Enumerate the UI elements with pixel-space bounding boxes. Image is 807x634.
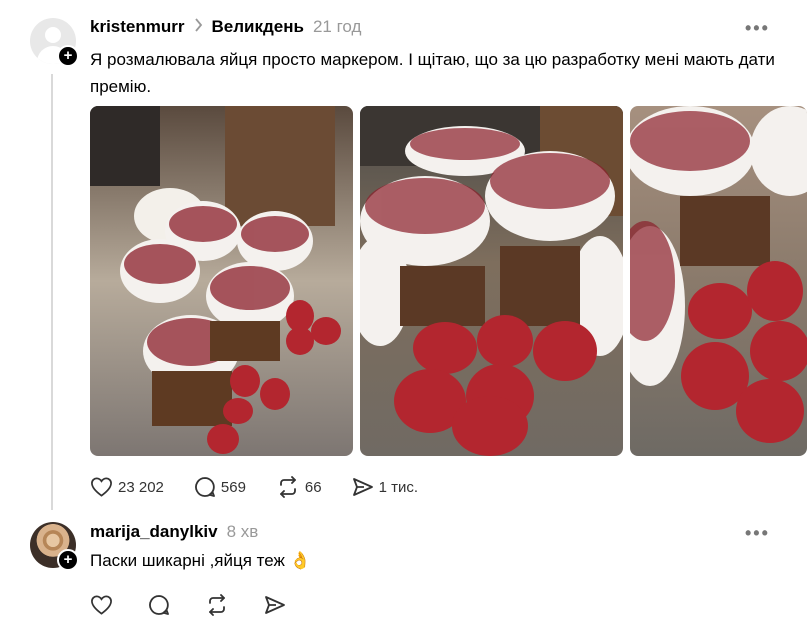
- more-options-icon[interactable]: •••: [745, 18, 770, 39]
- topic-tag[interactable]: Великдень: [211, 17, 303, 37]
- comment-actions: [90, 594, 321, 616]
- share-button[interactable]: 1 тис.: [352, 477, 418, 497]
- repost-icon: [280, 476, 296, 498]
- thread-line: [51, 74, 53, 510]
- comment-text: Паски шикарні ,яйця теж 👌: [90, 551, 311, 570]
- heart-icon: [91, 595, 112, 615]
- follow-plus-icon[interactable]: +: [57, 45, 79, 67]
- easter-cakes-photo-2: [360, 106, 623, 456]
- comment-header: marija_danylkiv 8 хв: [90, 522, 258, 542]
- like-count: 23 202: [118, 478, 164, 496]
- username[interactable]: kristenmurr: [90, 17, 184, 37]
- share-button[interactable]: [264, 595, 291, 615]
- commenter-username[interactable]: marija_danylkiv: [90, 522, 218, 542]
- more-options-icon[interactable]: •••: [745, 523, 770, 544]
- like-button[interactable]: 23 202: [90, 476, 164, 498]
- post-actions: 23 202 569 66 1 тис.: [90, 476, 448, 498]
- like-button[interactable]: [90, 594, 118, 616]
- comment-icon: [195, 477, 215, 497]
- repost-icon: [209, 594, 225, 616]
- heart-icon: [91, 477, 112, 497]
- easter-cakes-photo-1: [90, 106, 341, 454]
- comment-button[interactable]: 569: [194, 476, 246, 498]
- comment-count: 569: [220, 478, 246, 496]
- send-icon: [265, 596, 285, 614]
- post-time: 21 год: [312, 17, 362, 36]
- post-header: kristenmurr Великдень 21 год: [90, 17, 361, 37]
- easter-cakes-photo-3: [630, 106, 807, 443]
- chevron-right-icon: [194, 18, 203, 36]
- send-icon: [352, 478, 373, 496]
- comment-icon: [149, 595, 169, 615]
- post-image-3[interactable]: [630, 106, 807, 456]
- post-image-1[interactable]: [90, 106, 353, 456]
- repost-count: 66: [304, 478, 322, 496]
- comment-button[interactable]: [148, 594, 175, 616]
- post-image-2[interactable]: [360, 106, 623, 456]
- follow-plus-icon[interactable]: +: [57, 549, 79, 571]
- comment-time: 8 хв: [226, 522, 259, 541]
- share-count: 1 тис.: [378, 478, 419, 496]
- repost-button[interactable]: 66: [276, 476, 322, 498]
- post-text: Я розмалювала яйця просто маркером. І щі…: [90, 50, 775, 96]
- repost-button[interactable]: [205, 594, 234, 616]
